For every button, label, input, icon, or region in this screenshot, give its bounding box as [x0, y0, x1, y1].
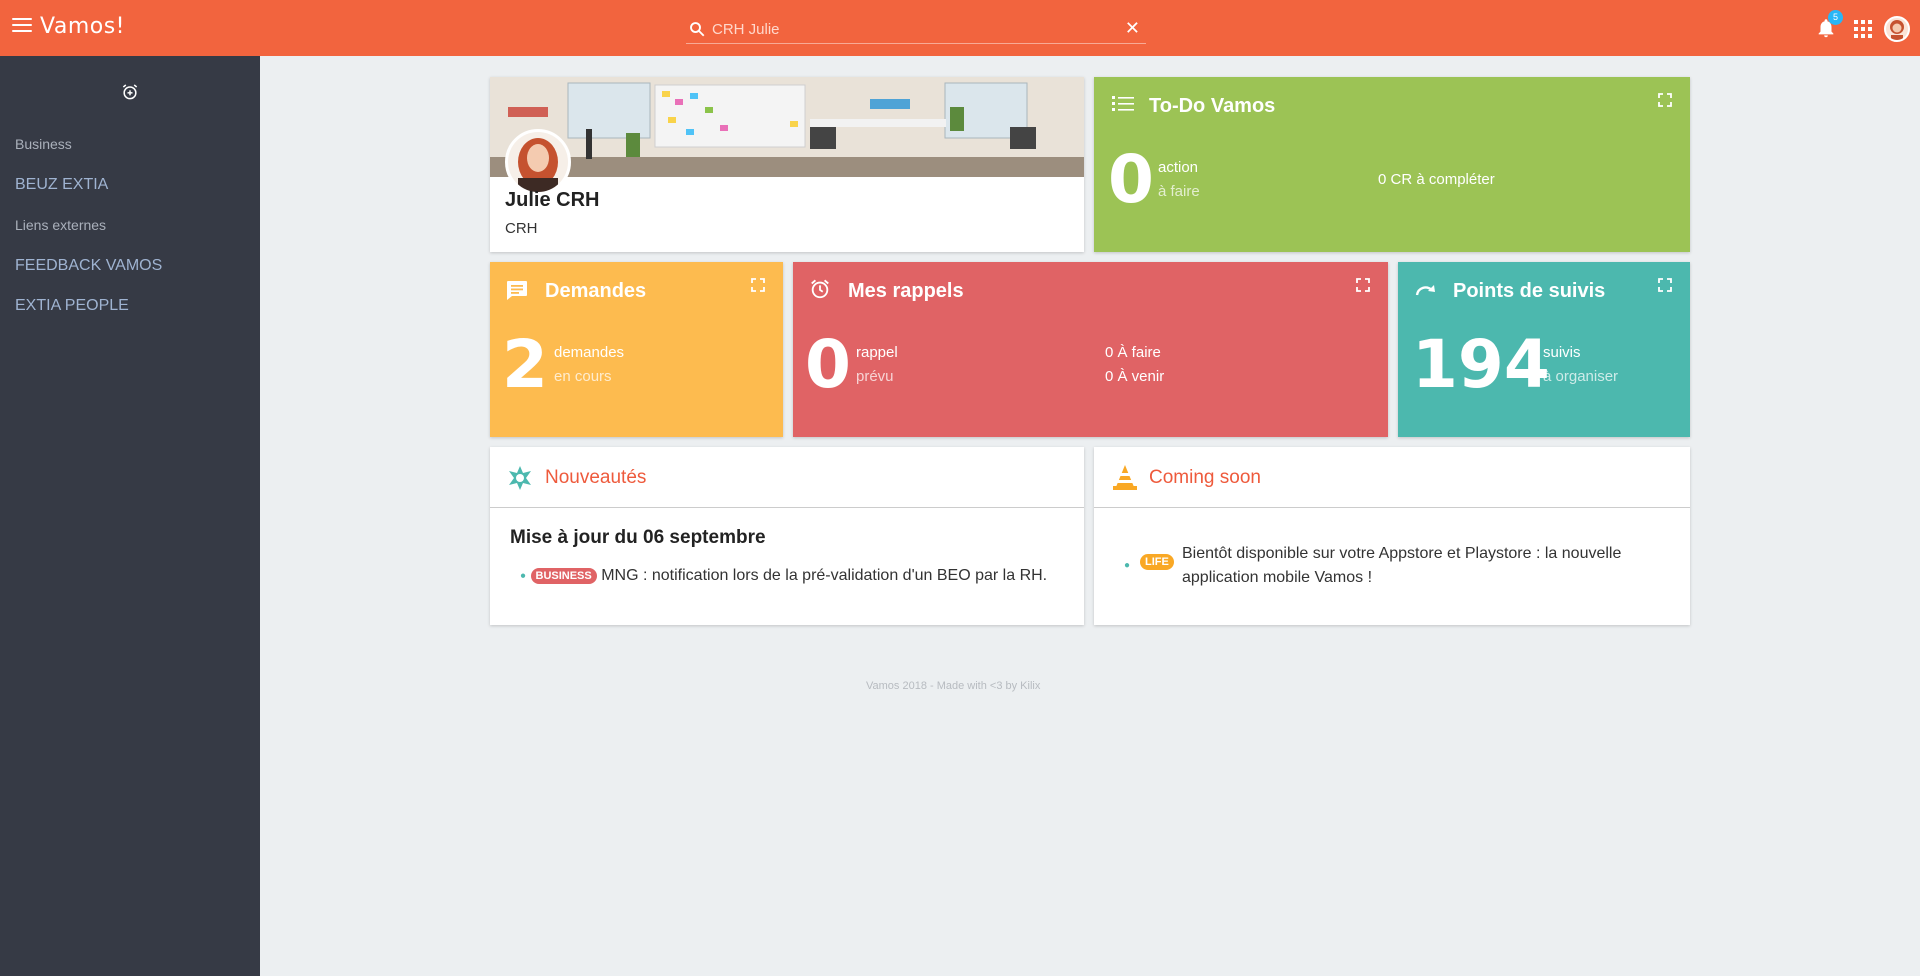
search-bar: ✕ — [686, 14, 1146, 44]
todo-card[interactable]: To-Do Vamos 0 action à faire 0 CR à comp… — [1094, 77, 1690, 252]
rappels-card[interactable]: Mes rappels 0 rappel prévu 0 À faire 0 À… — [793, 262, 1388, 437]
todo-title: To-Do Vamos — [1149, 95, 1276, 117]
profile-role: CRH — [505, 220, 538, 237]
search-input[interactable] — [712, 18, 1112, 40]
demandes-label: demandes — [554, 344, 625, 361]
todo-label: action — [1158, 159, 1199, 176]
badge-business: BUSINESS — [530, 567, 597, 584]
sidebar-heading-liens-externes: Liens externes — [15, 217, 107, 233]
rappels-count: 0 — [805, 326, 851, 403]
add-alarm-icon[interactable] — [120, 82, 140, 102]
demandes-title: Demandes — [545, 280, 647, 302]
rappels-label: rappel — [856, 344, 898, 361]
expand-icon[interactable] — [1658, 93, 1672, 107]
traffic-cone-icon — [1113, 465, 1137, 490]
news-item-text: MNG : notification lors de la pré-valida… — [601, 567, 1048, 584]
profile-name: Julie CRH — [505, 189, 600, 211]
rappels-title: Mes rappels — [848, 280, 964, 302]
expand-icon[interactable] — [1658, 278, 1672, 292]
suivis-card[interactable]: Points de suivis 194 suivis à organiser — [1398, 262, 1690, 437]
notification-count-badge: 5 — [1828, 10, 1843, 25]
chat-icon — [507, 281, 527, 300]
checklist-icon — [1112, 96, 1134, 111]
suivis-sub: à organiser — [1543, 368, 1619, 385]
menu-icon[interactable] — [12, 18, 32, 36]
bullet-icon: ● — [520, 570, 527, 582]
demandes-count: 2 — [502, 326, 548, 403]
alarm-icon — [811, 279, 829, 299]
todo-count: 0 — [1108, 141, 1154, 218]
apps-grid-icon[interactable] — [1854, 20, 1872, 38]
sidebar-link-feedback-vamos[interactable]: FEEDBACK VAMOS — [15, 257, 162, 275]
sidebar-link-extia-people[interactable]: EXTIA PEOPLE — [15, 297, 129, 315]
news-card: Nouveautés Mise à jour du 06 septembre ●… — [490, 447, 1084, 625]
demandes-card[interactable]: Demandes 2 demandes en cours — [490, 262, 783, 437]
suivis-label: suivis — [1543, 344, 1581, 361]
demandes-sub: en cours — [554, 368, 612, 385]
office-banner-illustration — [490, 77, 1084, 177]
coming-soon-text-line1: Bientôt disponible sur votre Appstore et… — [1182, 545, 1622, 562]
sidebar: Business BEUZ EXTIA Liens externes FEEDB… — [0, 56, 260, 976]
coming-soon-title: Coming soon — [1149, 467, 1261, 488]
profile-avatar-image — [508, 132, 568, 192]
rappels-a-venir[interactable]: 0 À venir — [1105, 368, 1164, 385]
suivis-count: 194 — [1412, 326, 1550, 403]
coming-soon-divider — [1094, 507, 1690, 508]
user-avatar-image — [1890, 20, 1904, 40]
sidebar-heading-business: Business — [15, 136, 72, 152]
top-bar: Vamos! ✕ 5 — [0, 0, 1920, 56]
bullet-icon: ● — [1124, 560, 1131, 571]
profile-card: Julie CRH CRH — [490, 77, 1084, 252]
user-avatar[interactable] — [1884, 16, 1910, 42]
badge-life: LIFE — [1140, 554, 1174, 570]
suivis-title: Points de suivis — [1453, 280, 1606, 302]
footer: Vamos 2018 - Made with <3 by Kilix — [866, 680, 1041, 692]
sidebar-link-beuz-extia[interactable]: BEUZ EXTIA — [15, 176, 108, 194]
todo-sub: à faire — [1158, 183, 1200, 200]
coming-soon-text-line2: application mobile Vamos ! — [1182, 569, 1373, 586]
coming-soon-item: Bientôt disponible sur votre Appstore et… — [1182, 542, 1621, 590]
expand-icon[interactable] — [1356, 278, 1370, 292]
star-burst-icon — [509, 466, 531, 490]
coming-soon-card: Coming soon ● LIFE Bientôt disponible su… — [1094, 447, 1690, 625]
rappels-sub: prévu — [856, 368, 894, 385]
news-heading: Mise à jour du 06 septembre — [510, 527, 766, 548]
todo-cr-count[interactable]: 0 CR à compléter — [1378, 171, 1495, 188]
search-icon — [690, 22, 705, 37]
news-title: Nouveautés — [545, 467, 647, 488]
brand-logo[interactable]: Vamos! — [40, 14, 125, 39]
news-divider — [490, 507, 1084, 508]
news-item: ● BUSINESS MNG : notification lors de la… — [520, 567, 1047, 585]
rappels-a-faire[interactable]: 0 À faire — [1105, 344, 1161, 361]
expand-icon[interactable] — [751, 278, 765, 292]
profile-avatar[interactable] — [505, 129, 571, 195]
redo-icon — [1415, 285, 1435, 296]
clear-search-icon[interactable]: ✕ — [1125, 19, 1140, 37]
